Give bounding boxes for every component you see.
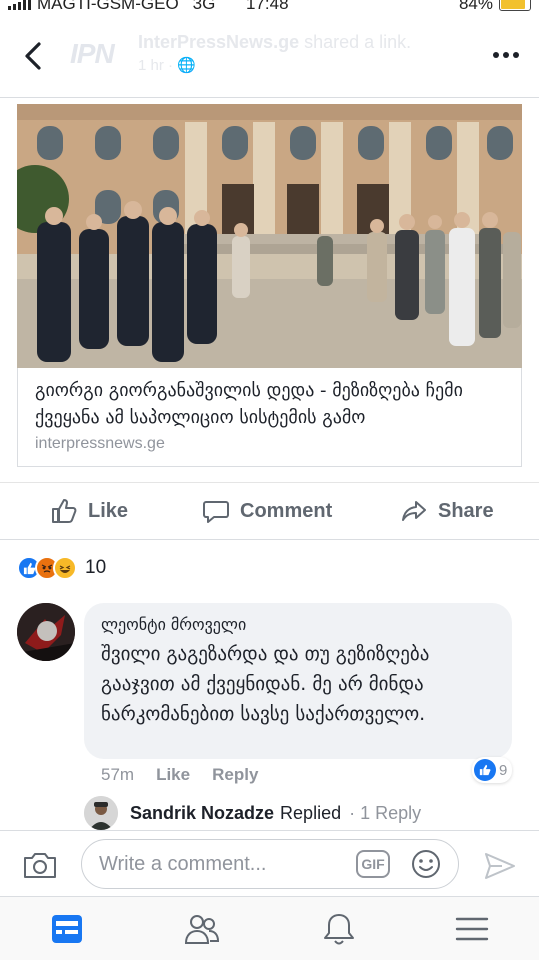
share-label: Share — [438, 499, 494, 522]
page-name[interactable]: InterPressNews.ge — [138, 32, 299, 52]
like-label: Like — [88, 499, 129, 522]
camera-icon[interactable] — [22, 849, 58, 881]
comment-meta: 57m Like Reply — [101, 765, 258, 785]
post-header: IPN InterPressNews.ge shared a link. 1 h… — [0, 22, 539, 98]
reply-count: · 1 Reply — [349, 802, 422, 823]
haha-reaction-icon — [53, 556, 77, 580]
replier-name[interactable]: Sandrik Nozadze — [130, 803, 274, 824]
post-time: 1 hr · 🌐 — [138, 57, 196, 74]
link-preview-image[interactable] — [17, 104, 522, 368]
comment-author[interactable]: ლეონტი მროველი — [101, 615, 246, 634]
back-arrow-icon[interactable] — [20, 40, 48, 72]
carrier-label: MAGTI-GSM-GEO — [37, 0, 179, 13]
menu-hamburger-icon[interactable] — [453, 911, 491, 947]
header-action: shared a link. — [304, 32, 412, 52]
friends-tab-icon[interactable] — [183, 911, 221, 947]
facebook-post-screen: MAGTI-GSM-GEO 3G 17:48 84% IPN InterPres… — [0, 0, 539, 960]
reactions-summary[interactable]: 10 — [17, 556, 106, 580]
link-preview-card[interactable]: გიორგი გიორგანაშვილის დედა - მეზიზღება ჩ… — [17, 104, 522, 467]
comment-button[interactable]: Comment — [202, 497, 332, 525]
comment-input[interactable]: Write a comment... GIF — [81, 839, 459, 889]
commenter-avatar[interactable] — [17, 603, 75, 661]
link-domain: interpressnews.ge — [35, 435, 165, 452]
page-logo[interactable]: IPN — [70, 38, 115, 70]
link-title[interactable]: გიორგი გიორგანაშვილის დედა - მეზიზღება ჩ… — [35, 377, 515, 431]
comment-time: 57m — [101, 765, 135, 784]
like-reaction-icon — [474, 759, 496, 781]
network-label: 3G — [192, 0, 216, 13]
replies-link[interactable]: Sandrik Nozadze Replied · 1 Reply — [84, 796, 421, 830]
comment-like-number: 9 — [499, 761, 508, 779]
share-arrow-icon — [402, 501, 426, 521]
comment-bubble[interactable]: ლეონტი მროველი შვილი გაგეზარდა და თუ გეზ… — [84, 603, 512, 759]
status-left: MAGTI-GSM-GEO 3G — [8, 0, 215, 14]
building-crowd-photo — [17, 104, 522, 368]
globe-icon: 🌐 — [177, 57, 196, 74]
comment-placeholder: Write a comment... — [99, 853, 267, 875]
signal-icon — [8, 0, 31, 10]
notifications-bell-icon[interactable] — [320, 911, 358, 947]
replier-avatar[interactable] — [84, 796, 118, 830]
reply-action: Replied — [280, 802, 342, 823]
comment-text: შვილი გაგეზარდა და თუ გეზიზღება გააჯვით … — [101, 643, 430, 725]
comment-bubble-icon — [203, 501, 229, 523]
bottom-tab-bar — [0, 896, 539, 960]
battery-percent: 84% — [458, 0, 493, 13]
status-right: 84% — [459, 0, 531, 14]
gif-button[interactable]: GIF — [356, 850, 390, 878]
header-title[interactable]: InterPressNews.ge shared a link. — [138, 32, 411, 53]
comment-composer: Write a comment... GIF — [0, 830, 539, 896]
clock: 17:48 — [246, 0, 289, 13]
comment-label: Comment — [240, 499, 333, 522]
sticker-smiley-icon[interactable] — [410, 848, 442, 880]
reaction-count: 10 — [85, 557, 107, 578]
comment-like-button[interactable]: Like — [156, 765, 190, 785]
share-button[interactable]: Share — [400, 497, 494, 525]
status-bar: MAGTI-GSM-GEO 3G 17:48 84% — [0, 0, 539, 14]
comment-reply-button[interactable]: Reply — [212, 765, 258, 785]
news-feed-tab-icon[interactable] — [48, 911, 86, 947]
battery-icon — [499, 0, 531, 11]
thumbs-up-icon — [52, 499, 77, 523]
like-button[interactable]: Like — [50, 497, 128, 525]
post-action-bar: Like Comment Share — [0, 482, 539, 540]
send-icon[interactable] — [483, 851, 517, 881]
comment-like-count[interactable]: 9 — [472, 757, 513, 783]
more-options-icon[interactable] — [493, 52, 519, 58]
